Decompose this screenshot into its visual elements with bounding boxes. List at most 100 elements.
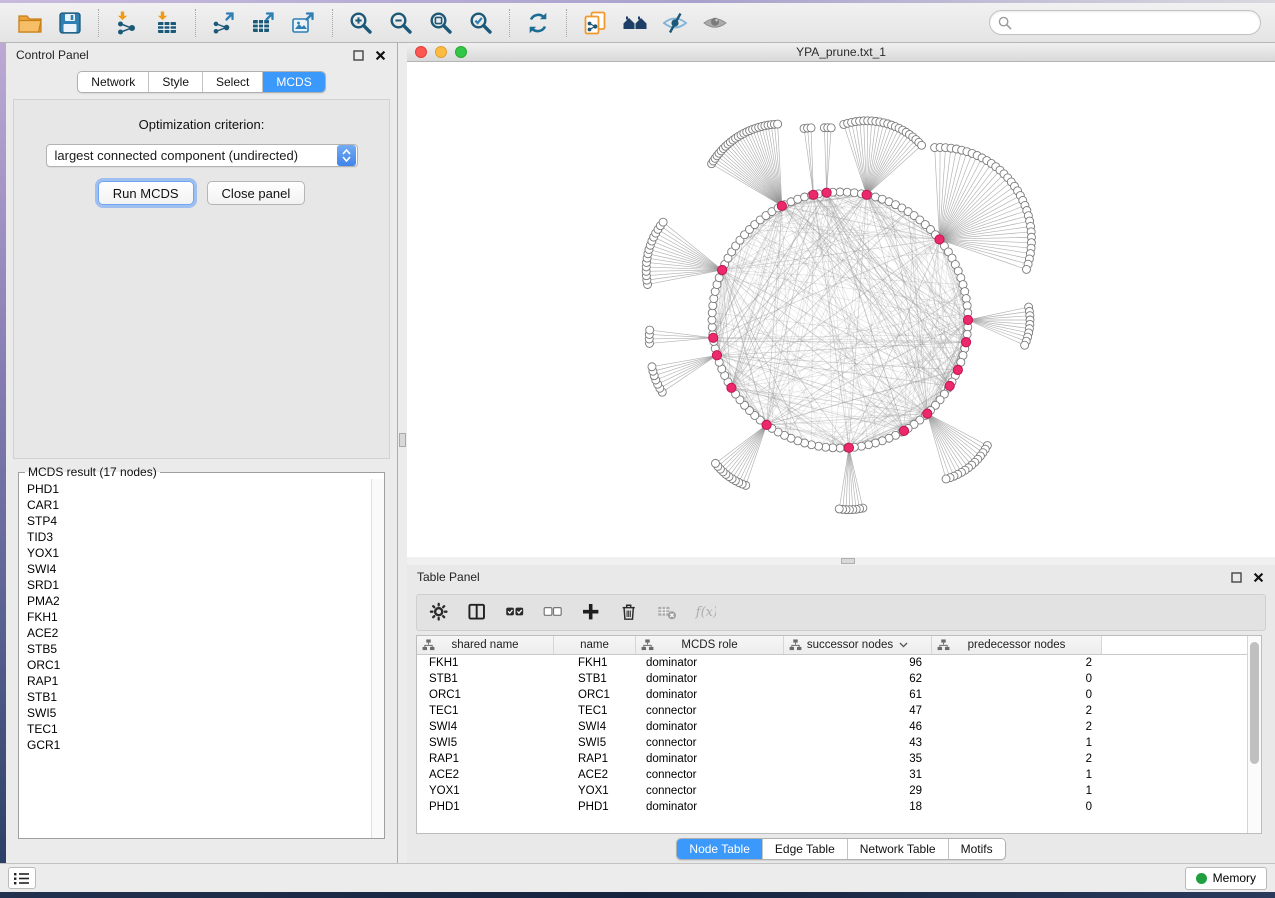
search-field[interactable] (989, 10, 1261, 35)
window-minimize-icon[interactable] (435, 46, 447, 58)
result-node-item[interactable]: CAR1 (27, 497, 371, 513)
result-node-item[interactable]: PMA2 (27, 593, 371, 609)
result-node-item[interactable]: STB1 (27, 689, 371, 705)
run-mcds-button[interactable]: Run MCDS (98, 181, 194, 205)
cell-successor-nodes: 31 (784, 769, 932, 781)
show-all-button[interactable] (700, 8, 730, 38)
result-node-item[interactable]: PHD1 (27, 481, 371, 497)
import-network-button[interactable] (112, 8, 142, 38)
zoom-out-button[interactable] (386, 8, 416, 38)
tab-network[interactable]: Network (78, 72, 149, 92)
result-node-item[interactable]: FKH1 (27, 609, 371, 625)
control-panel-title: Control Panel (16, 48, 89, 62)
result-node-item[interactable]: SWI4 (27, 561, 371, 577)
tab-mcds[interactable]: MCDS (263, 72, 324, 92)
cell-MCDS-role: dominator (636, 689, 784, 701)
cell-successor-nodes: 35 (784, 753, 932, 765)
network-canvas[interactable] (407, 62, 1275, 557)
export-table-button[interactable] (249, 8, 279, 38)
delete-table-icon (657, 602, 678, 623)
toggle-columns-button[interactable] (465, 601, 489, 625)
cell-name: RAP1 (554, 753, 636, 765)
optimization-criterion-label: Optimization criterion: (14, 117, 389, 132)
result-node-item[interactable]: SRD1 (27, 577, 371, 593)
table-row[interactable]: SWI4SWI4dominator462 (417, 719, 1247, 735)
float-panel-icon[interactable] (352, 49, 365, 62)
table-row[interactable]: TEC1TEC1connector472 (417, 703, 1247, 719)
refresh-view-button[interactable] (523, 8, 553, 38)
attribute-settings-button[interactable] (427, 601, 451, 625)
column-type-icon (937, 639, 950, 651)
result-node-item[interactable]: ACE2 (27, 625, 371, 641)
first-neighbors-button[interactable] (620, 8, 650, 38)
save-session-button[interactable] (55, 8, 85, 38)
vertical-splitter[interactable] (398, 43, 407, 863)
open-session-icon (17, 10, 43, 36)
table-row[interactable]: ORC1ORC1dominator610 (417, 687, 1247, 703)
column-header-successor-nodes[interactable]: successor nodes (784, 636, 932, 654)
table-row[interactable]: STB1STB1dominator620 (417, 671, 1247, 687)
column-type-icon (789, 639, 802, 651)
float-table-panel-icon[interactable] (1230, 571, 1243, 584)
column-header-name[interactable]: name (554, 636, 636, 654)
table-row[interactable]: ACE2ACE2connector311 (417, 767, 1247, 783)
export-network-button[interactable] (209, 8, 239, 38)
create-column-button[interactable] (579, 601, 603, 625)
close-panel-button[interactable]: Close panel (207, 181, 306, 205)
delete-column-button[interactable] (617, 601, 641, 625)
close-panel-icon[interactable] (374, 49, 387, 62)
result-node-item[interactable]: TEC1 (27, 721, 371, 737)
horizontal-splitter[interactable] (407, 557, 1275, 565)
panel-menu-button[interactable] (8, 867, 36, 889)
close-table-panel-icon[interactable] (1252, 571, 1265, 584)
hide-selected-button[interactable] (660, 8, 690, 38)
tab-node-table[interactable]: Node Table (677, 839, 763, 859)
table-row[interactable]: PHD1PHD1dominator180 (417, 799, 1247, 815)
column-header-shared-name[interactable]: shared name (417, 636, 554, 654)
cell-shared-name: SWI4 (417, 721, 554, 733)
network-graph[interactable] (407, 62, 1275, 557)
cell-successor-nodes: 46 (784, 721, 932, 733)
memory-button[interactable]: Memory (1185, 867, 1267, 890)
table-row[interactable]: RAP1RAP1dominator352 (417, 751, 1247, 767)
table-row[interactable]: FKH1FKH1dominator962 (417, 655, 1247, 671)
tab-motifs[interactable]: Motifs (949, 839, 1005, 859)
result-node-item[interactable]: GCR1 (27, 737, 371, 753)
tab-network-table[interactable]: Network Table (848, 839, 949, 859)
column-header-predecessor-nodes[interactable]: predecessor nodes (932, 636, 1102, 654)
tab-style[interactable]: Style (149, 72, 203, 92)
result-node-item[interactable]: RAP1 (27, 673, 371, 689)
result-node-item[interactable]: STP4 (27, 513, 371, 529)
window-zoom-icon[interactable] (455, 46, 467, 58)
result-node-item[interactable]: STB5 (27, 641, 371, 657)
tab-select[interactable]: Select (203, 72, 263, 92)
result-node-item[interactable]: SWI5 (27, 705, 371, 721)
cell-MCDS-role: dominator (636, 721, 784, 733)
result-node-item[interactable]: ORC1 (27, 657, 371, 673)
cell-predecessor-nodes: 2 (932, 721, 1102, 733)
zoom-selected-button[interactable] (466, 8, 496, 38)
list-icon (14, 872, 30, 885)
result-list-scrollbar[interactable] (371, 479, 384, 838)
select-all-button[interactable] (503, 601, 527, 625)
table-scrollbar[interactable] (1247, 636, 1261, 833)
result-node-item[interactable]: TID3 (27, 529, 371, 545)
deselect-all-button[interactable] (541, 601, 565, 625)
zoom-in-button[interactable] (346, 8, 376, 38)
column-header-MCDS-role[interactable]: MCDS role (636, 636, 784, 654)
table-row[interactable]: YOX1YOX1connector291 (417, 783, 1247, 799)
cell-name: SWI4 (554, 721, 636, 733)
mcds-result-list[interactable]: PHD1CAR1STP4TID3YOX1SWI4SRD1PMA2FKH1ACE2… (19, 479, 371, 838)
open-session-button[interactable] (15, 8, 45, 38)
duplicate-network-button[interactable] (580, 8, 610, 38)
table-row[interactable]: SWI5SWI5connector431 (417, 735, 1247, 751)
search-input[interactable] (1012, 15, 1260, 30)
cell-MCDS-role: dominator (636, 753, 784, 765)
tab-edge-table[interactable]: Edge Table (763, 839, 848, 859)
import-table-button[interactable] (152, 8, 182, 38)
optimization-criterion-select[interactable]: largest connected component (undirected) (46, 144, 358, 167)
export-image-button[interactable] (289, 8, 319, 38)
zoom-fit-button[interactable] (426, 8, 456, 38)
window-close-icon[interactable] (415, 46, 427, 58)
result-node-item[interactable]: YOX1 (27, 545, 371, 561)
